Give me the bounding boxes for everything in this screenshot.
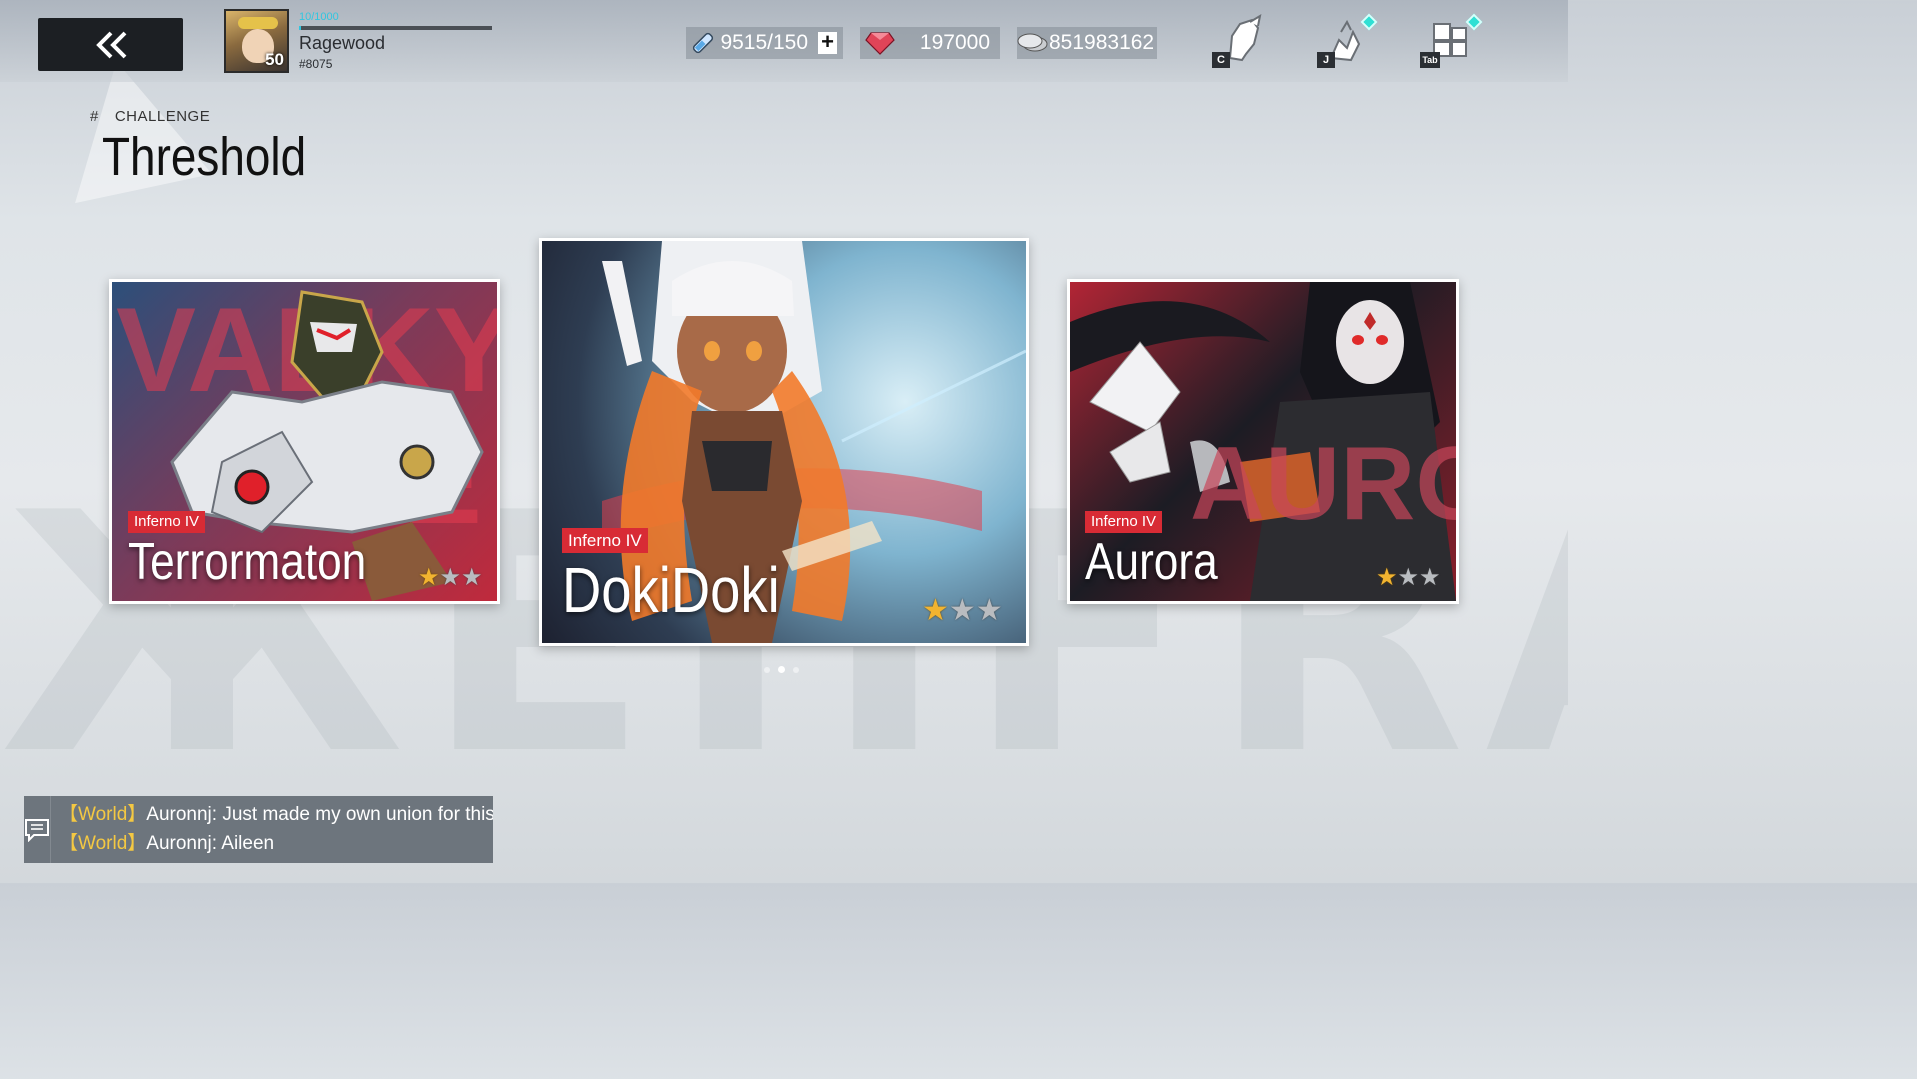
boss-name: Aurora bbox=[1085, 533, 1218, 591]
chat-bubble-icon bbox=[25, 818, 49, 842]
difficulty-tag: Inferno IV bbox=[1085, 511, 1163, 533]
exp-text: 10/1000 bbox=[299, 11, 339, 23]
chat-message: 【World】Auronnj: Just made my own union f… bbox=[59, 800, 493, 829]
avatar-goggles bbox=[238, 17, 278, 29]
chat-panel[interactable]: 【World】Auronnj: Just made my own union f… bbox=[24, 796, 493, 863]
boss-name: DokiDoki bbox=[562, 554, 780, 626]
boss-portrait: AURORA Inferno IV Aurora ★ ★ ★ bbox=[1070, 282, 1456, 601]
boss-card-aurora[interactable]: AURORA Inferno IV Aurora ★ ★ ★ bbox=[1067, 279, 1459, 604]
player-name: Ragewood bbox=[299, 33, 386, 53]
boss-portrait: Inferno IV DokiDoki ★ ★ ★ bbox=[542, 241, 1026, 643]
star-filled-icon: ★ bbox=[922, 593, 949, 628]
star-empty-icon: ★ bbox=[975, 593, 1003, 628]
carousel-pager bbox=[764, 666, 799, 673]
chat-message: 【World】Auronnj: Aileen bbox=[59, 829, 493, 858]
breadcrumb: # CHALLENGE bbox=[90, 108, 210, 125]
player-id: #8075 bbox=[299, 57, 333, 71]
boss-card-dokidoki[interactable]: Inferno IV DokiDoki ★ ★ ★ bbox=[539, 238, 1029, 646]
breadcrumb-category: CHALLENGE bbox=[114, 108, 211, 125]
star-rating: ★ ★ ★ bbox=[922, 596, 1003, 626]
star-empty-icon: ★ bbox=[948, 593, 976, 628]
star-empty-icon: ★ bbox=[1419, 563, 1441, 591]
chat-channel: 【World】 bbox=[59, 833, 147, 854]
boss-card-terrormaton[interactable]: VALKYR E Inferno IV Terrormaton ★ ★ ★ bbox=[109, 279, 500, 604]
journey-button[interactable]: J bbox=[1317, 13, 1378, 68]
chat-messages: 【World】Auronnj: Just made my own union f… bbox=[51, 796, 493, 863]
star-empty-icon: ★ bbox=[461, 563, 483, 591]
pager-dot-active[interactable] bbox=[778, 666, 785, 673]
difficulty-tag: Inferno IV bbox=[562, 528, 648, 553]
silver-coin-icon bbox=[1017, 27, 1049, 59]
star-rating: ★ ★ ★ bbox=[418, 565, 483, 589]
pager-dot[interactable] bbox=[793, 666, 799, 673]
back-button[interactable] bbox=[38, 18, 183, 71]
coin-value: 851983162 bbox=[1049, 31, 1155, 54]
pager-dot[interactable] bbox=[764, 666, 770, 673]
star-empty-icon: ★ bbox=[1397, 563, 1420, 591]
character-button[interactable]: C bbox=[1212, 13, 1266, 68]
star-filled-icon: ★ bbox=[1376, 563, 1398, 591]
menu-button[interactable]: Tab bbox=[1420, 13, 1483, 68]
chat-channel: 【World】 bbox=[59, 804, 147, 825]
chat-button[interactable] bbox=[24, 796, 51, 863]
player-avatar[interactable]: 50 bbox=[224, 9, 289, 73]
boss-name: Terrormaton bbox=[128, 533, 367, 591]
star-empty-icon: ★ bbox=[439, 563, 462, 591]
stamina-counter: 9515/150 + bbox=[686, 27, 843, 59]
boss-portrait: VALKYR E Inferno IV Terrormaton ★ ★ ★ bbox=[112, 282, 497, 601]
red-gem-icon bbox=[860, 27, 900, 59]
stamina-value: 9515/150 bbox=[720, 31, 809, 54]
chat-text: Auronnj: Just made my own union for this… bbox=[146, 804, 493, 825]
breadcrumb-hash: # bbox=[90, 108, 99, 125]
page-title: Threshold bbox=[102, 127, 307, 187]
double-chevron-left-icon bbox=[95, 31, 126, 58]
gem-counter: 197000 bbox=[860, 27, 1000, 59]
star-filled-icon: ★ bbox=[418, 563, 440, 591]
difficulty-tag: Inferno IV bbox=[128, 511, 206, 533]
hotkey-tab: Tab bbox=[1420, 52, 1440, 68]
star-rating: ★ ★ ★ bbox=[1376, 565, 1441, 589]
hotkey-c: C bbox=[1212, 52, 1230, 68]
portrait-bg-word: AURORA bbox=[1190, 426, 1456, 542]
exp-bar-fill bbox=[299, 26, 301, 30]
coin-counter: 851983162 bbox=[1017, 27, 1157, 59]
chat-text: Auronnj: Aileen bbox=[146, 833, 275, 854]
stamina-vial-icon bbox=[686, 27, 720, 59]
add-stamina-button[interactable]: + bbox=[818, 31, 837, 54]
player-level: 50 bbox=[265, 50, 284, 69]
hotkey-j: J bbox=[1317, 52, 1335, 68]
exp-bar bbox=[299, 26, 492, 30]
gem-value: 197000 bbox=[919, 31, 990, 54]
